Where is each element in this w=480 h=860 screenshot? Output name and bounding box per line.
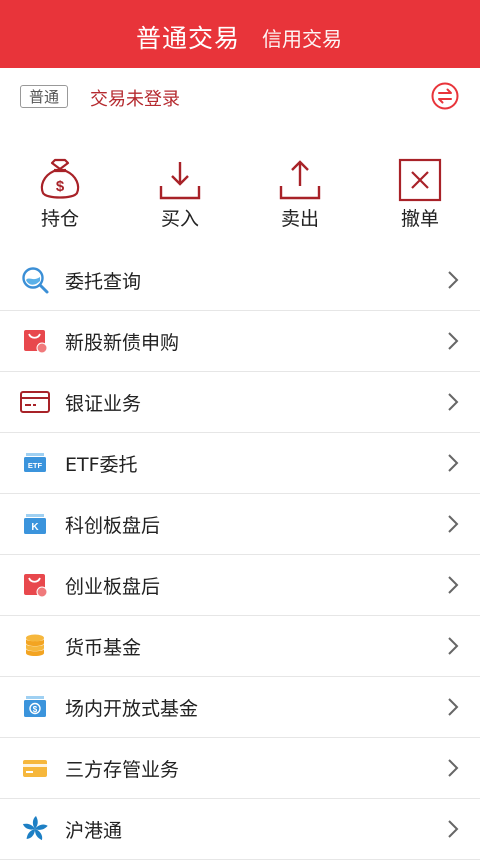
login-status[interactable]: 交易未登录 [90, 85, 180, 111]
menu-item-label: 新股新债申购 [65, 332, 180, 354]
action-label: 撤单 [400, 208, 439, 230]
menu-item-label: 场内开放式基金 [65, 698, 199, 720]
menu-item-order-query[interactable]: 委托查询 [0, 250, 480, 311]
menu-item-label: 三方存管业务 [65, 759, 180, 781]
search-magnifier-icon [22, 267, 49, 294]
chevron-right-icon [448, 637, 459, 655]
chevron-right-icon [448, 271, 459, 289]
menu-item-label: 创业板盘后 [65, 576, 161, 598]
menu-item-label: 委托查询 [65, 271, 142, 293]
quick-actions: $ 持仓 买入 卖出 撤单 [0, 128, 480, 250]
coin-stack-icon [26, 634, 44, 656]
menu-item-star-market-after-hours[interactable]: K 科创板盘后 [0, 494, 480, 555]
action-label: 买入 [160, 208, 199, 230]
subscription-bag-icon [24, 330, 48, 354]
money-bag-icon: $ [40, 158, 80, 199]
svg-text:$: $ [33, 705, 38, 714]
action-sell[interactable]: 卖出 [260, 158, 340, 231]
action-holdings[interactable]: $ 持仓 [20, 158, 100, 231]
etf-tag-icon: ETF [24, 453, 46, 472]
menu-item-ipo-subscription[interactable]: 新股新债申购 [0, 311, 480, 372]
menu-item-gem-after-hours[interactable]: 创业板盘后 [0, 555, 480, 616]
action-buy[interactable]: 买入 [140, 158, 220, 231]
chevron-right-icon [448, 820, 459, 838]
function-menu: 委托查询 新股新债申购 银证业务 ETF ETF委托 K 科创板盘后 创业板盘后… [0, 250, 480, 860]
action-cancel-order[interactable]: 撤单 [380, 158, 460, 231]
kcb-k-icon: K [24, 514, 46, 534]
menu-item-label: 沪港通 [65, 820, 123, 842]
menu-item-shanghai-hk-connect[interactable]: 沪港通 [0, 799, 480, 860]
download-arrow-icon [159, 162, 201, 200]
bank-card-icon [20, 391, 50, 413]
menu-item-label: 银证业务 [65, 393, 142, 415]
swap-icon[interactable] [431, 82, 459, 110]
menu-item-label: ETF委托 [65, 454, 138, 476]
tab-normal-trade[interactable]: 普通交易 [136, 19, 240, 55]
chevron-right-icon [448, 759, 459, 777]
account-status-bar: 普通 交易未登录 [0, 68, 480, 128]
chevron-right-icon [448, 332, 459, 350]
chevron-right-icon [448, 698, 459, 716]
menu-item-exchange-open-fund[interactable]: $ 场内开放式基金 [0, 677, 480, 738]
chevron-right-icon [448, 515, 459, 533]
cancel-box-icon [398, 158, 442, 202]
menu-item-label: 科创板盘后 [65, 515, 161, 537]
chevron-right-icon [448, 576, 459, 594]
menu-item-third-party-custody[interactable]: 三方存管业务 [0, 738, 480, 799]
top-header: 普通交易 信用交易 [0, 0, 480, 68]
menu-item-etf-order[interactable]: ETF ETF委托 [0, 433, 480, 494]
action-label: 持仓 [40, 208, 79, 230]
account-type-badge: 普通 [20, 85, 68, 108]
svg-text:K: K [31, 522, 39, 533]
fund-dollar-icon: $ [24, 696, 46, 717]
upload-arrow-icon [279, 160, 321, 200]
bauhinia-flower-icon [22, 816, 48, 841]
menu-item-money-fund[interactable]: 货币基金 [0, 616, 480, 677]
svg-text:ETF: ETF [28, 461, 43, 470]
action-label: 卖出 [280, 208, 319, 230]
gem-bag-icon [24, 574, 48, 598]
card-yellow-icon [23, 760, 47, 777]
chevron-right-icon [448, 454, 459, 472]
menu-item-bank-securities[interactable]: 银证业务 [0, 372, 480, 433]
tab-credit-trade[interactable]: 信用交易 [262, 23, 342, 52]
chevron-right-icon [448, 393, 459, 411]
menu-item-label: 货币基金 [65, 637, 142, 659]
svg-text:$: $ [56, 178, 65, 195]
